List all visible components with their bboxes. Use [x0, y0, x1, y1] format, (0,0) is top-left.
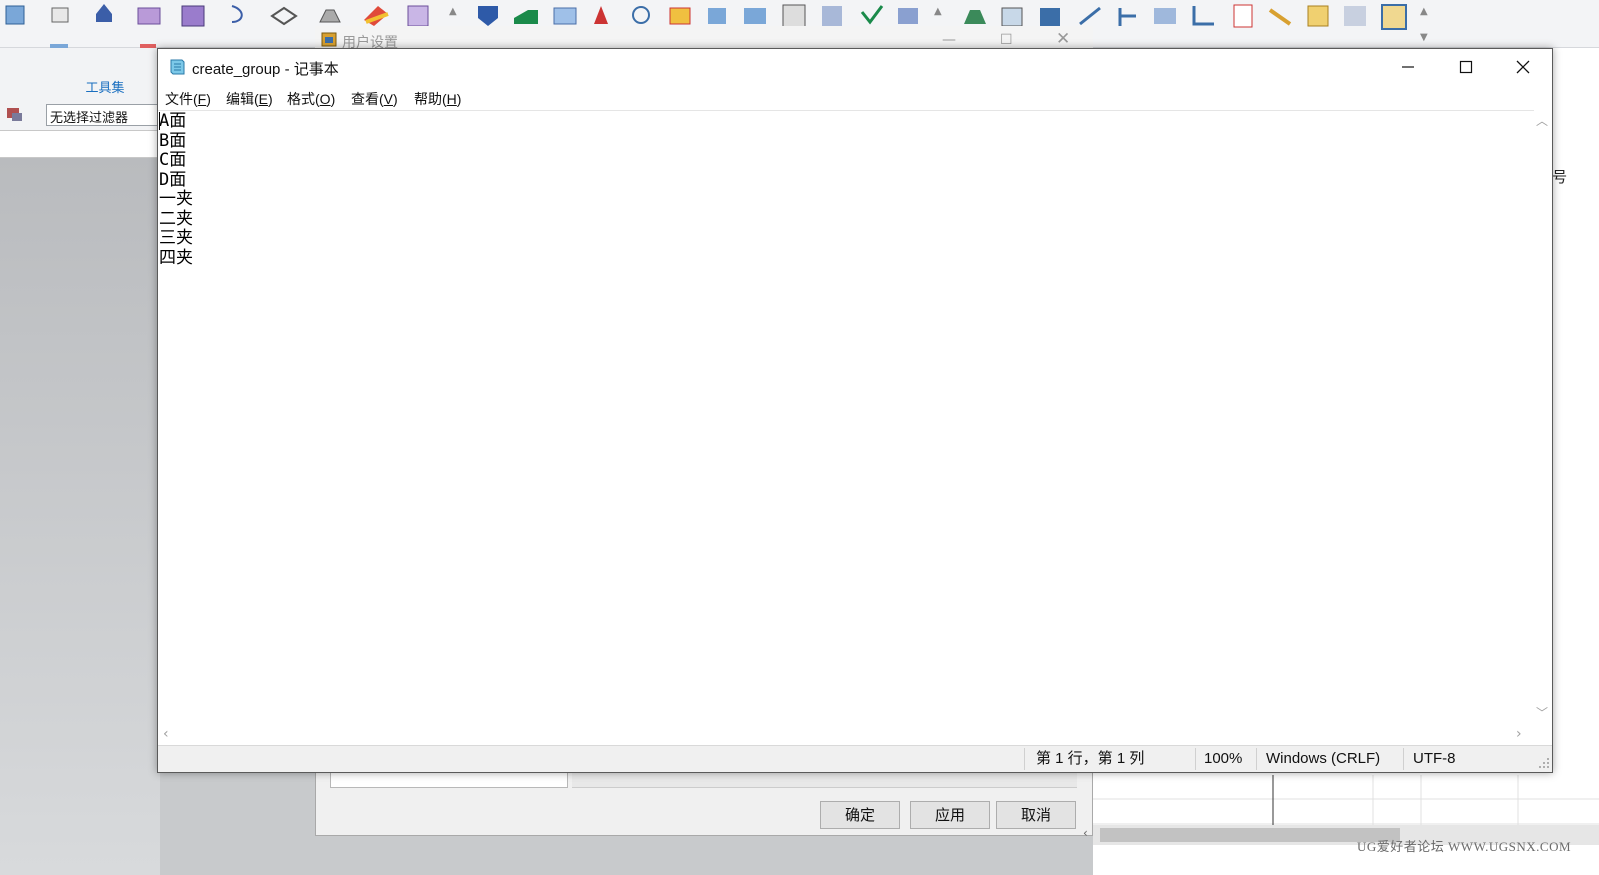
text-caret: [159, 112, 160, 130]
forum-watermark: UG爱好者论坛 WWW.UGSNX.COM: [1357, 839, 1572, 854]
svg-text:▲: ▲: [449, 6, 457, 17]
status-cursor-position: 第 1 行，第 1 列: [1036, 750, 1145, 767]
dialog-maximize-icon[interactable]: ☐: [1000, 32, 1013, 48]
cancel-button[interactable]: 取消: [996, 801, 1076, 829]
vertical-scrollbar[interactable]: ︿ ﹀: [1534, 110, 1552, 724]
apply-button[interactable]: 应用: [910, 801, 990, 829]
scroll-left-icon[interactable]: ‹: [163, 726, 169, 742]
menu-edit[interactable]: 编辑(E): [226, 89, 273, 109]
menu-view[interactable]: 查看(V): [351, 89, 398, 109]
text-line: 四夹: [159, 247, 193, 268]
dialog-close-icon[interactable]: ✕: [1056, 29, 1070, 49]
notepad-icon: [170, 59, 185, 75]
svg-text:▲: ▲: [934, 6, 942, 17]
nx-right-table-grid: [1093, 775, 1599, 825]
dialog-scroll-left-icon[interactable]: ‹: [1083, 826, 1088, 840]
settings-dialog-icon: [321, 32, 337, 47]
svg-text:▲: ▲: [1420, 6, 1428, 17]
text-line: D面: [159, 169, 187, 190]
status-separator: [1195, 748, 1196, 770]
dialog-field-left[interactable]: [330, 772, 568, 788]
minimize-icon[interactable]: [1379, 49, 1437, 85]
horizontal-scrollbar[interactable]: ‹ ›: [158, 724, 1534, 744]
notepad-title: create_group - 记事本: [192, 61, 339, 78]
menu-file[interactable]: 文件(F): [165, 89, 211, 109]
menu-format[interactable]: 格式(O): [287, 89, 335, 109]
svg-text:▼: ▼: [1420, 32, 1428, 43]
nx-scrollbar-thumb[interactable]: [1100, 828, 1400, 842]
maximize-icon[interactable]: [1437, 49, 1495, 85]
nx-graphics-area[interactable]: [0, 158, 160, 875]
resize-grip-icon[interactable]: [1538, 757, 1550, 769]
close-icon[interactable]: [1494, 49, 1552, 85]
dialog-minimize-icon[interactable]: —: [942, 32, 956, 48]
notepad-text-area[interactable]: A面 B面 C面 D面 一夹 二夹 三夹 四夹: [158, 110, 1534, 724]
text-line: 二夹: [159, 208, 193, 229]
toolset-label[interactable]: 工具集: [60, 77, 150, 96]
status-zoom: 100%: [1204, 750, 1243, 767]
status-line-ending: Windows (CRLF): [1266, 750, 1381, 767]
nx-left-panel-row: [0, 130, 160, 158]
scroll-down-icon[interactable]: ﹀: [1536, 704, 1548, 721]
ok-button[interactable]: 确定: [820, 801, 900, 829]
status-separator: [1256, 748, 1257, 770]
text-line: C面: [159, 150, 187, 170]
dialog-field-right[interactable]: [572, 772, 1077, 788]
scroll-up-icon[interactable]: ︿: [1536, 112, 1548, 129]
status-separator: [1403, 748, 1404, 770]
menu-help[interactable]: 帮助(H): [414, 89, 461, 109]
notepad-titlebar[interactable]: [158, 49, 1552, 85]
text-line: A面: [159, 111, 187, 131]
text-line: 三夹: [159, 228, 193, 248]
filter-icon[interactable]: [4, 104, 26, 124]
status-separator: [1024, 748, 1025, 770]
scroll-right-icon[interactable]: ›: [1516, 726, 1522, 742]
text-line: 一夹: [159, 189, 193, 209]
text-line: B面: [159, 130, 187, 151]
status-encoding: UTF-8: [1413, 750, 1456, 767]
selection-filter-dropdown[interactable]: 无选择过滤器: [46, 104, 158, 126]
